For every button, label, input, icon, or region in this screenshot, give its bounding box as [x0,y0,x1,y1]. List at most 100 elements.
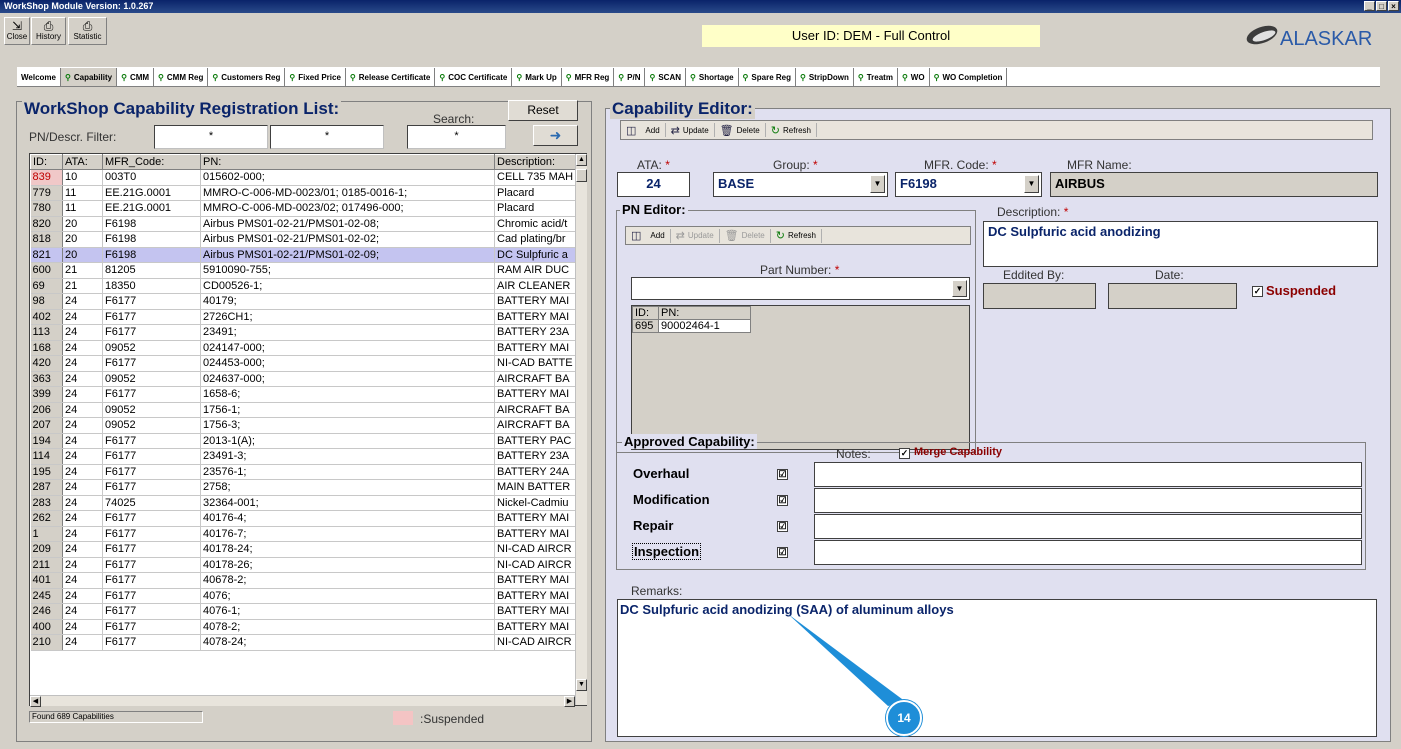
maximize-button[interactable]: □ [1376,1,1387,11]
column-header[interactable]: ATA: [62,154,103,170]
tab-wo[interactable]: ⚲ WO [897,68,930,86]
table-row[interactable]: 113 24 F6177 23491; BATTERY 23A [30,324,578,341]
table-row[interactable]: 400 24 F6177 4078-2; BATTERY MAI [30,619,578,635]
search-go-button[interactable]: ➜ [533,125,578,146]
tab-p-n[interactable]: ⚲ P/N [614,68,646,86]
table-row[interactable]: 211 24 F6177 40178-26; NI-CAD AIRCR [30,557,578,573]
table-row[interactable]: 401 24 F6177 40678-2; BATTERY MAI [30,572,578,589]
remarks-field[interactable]: DC Sulpfuric acid anodizing (SAA) of alu… [617,599,1377,737]
tab-fixed-price[interactable]: ⚲ Fixed Price [285,68,346,86]
tab-wo-completion[interactable]: ⚲ WO Completion [929,68,1008,86]
table-row[interactable]: 195 24 F6177 23576-1; BATTERY 24A [30,464,578,480]
tab-coc-certificate[interactable]: ⚲ COC Certificate [435,68,513,86]
grid-horizontal-scrollbar[interactable]: ◀ ▶ [30,695,575,707]
inspection-checkbox[interactable]: ☑ [777,547,788,558]
table-row[interactable]: 363 24 09052 024637-000; AIRCRAFT BA [30,371,578,387]
table-row[interactable]: 600 21 81205 5910090-755; RAM AIR DUC [30,262,578,279]
pn-grid[interactable]: ID: PN: 695 90002464-1 [631,305,970,450]
mfr-code-select[interactable]: F6198 ▼ [895,172,1042,197]
table-row[interactable]: 283 24 74025 32364-001; Nickel-Cadmiu [30,495,578,511]
overhaul-notes-input[interactable] [814,462,1362,487]
table-row[interactable]: 839 10 003T0 015602-000; CELL 735 MAH [30,169,578,186]
tab-mark-up[interactable]: ⚲ Mark Up [512,68,562,86]
modification-notes-input[interactable] [814,488,1362,513]
tab-stripdown[interactable]: ⚲ StripDown [795,68,854,86]
editor-update-button[interactable]: ⇄ Update [666,123,715,137]
statistic-button[interactable]: ⎙ Statistic [68,17,107,45]
table-row[interactable]: 821 20 F6198 Airbus PMS01-02-21/PMS01-02-09… [30,247,578,263]
editor-refresh-button[interactable]: ↻ Refresh [766,123,817,137]
scroll-left-icon[interactable]: ◀ [30,696,41,707]
minimize-button[interactable]: _ [1364,1,1375,11]
repair-checkbox[interactable]: ☑ [777,521,788,532]
editor-add-button[interactable]: ◫ Add [621,123,666,137]
pn-table-row[interactable]: 695 90002464-1 [632,319,751,333]
column-header[interactable]: MFR_Code: [102,154,201,170]
chevron-down-icon[interactable]: ▼ [952,280,967,297]
table-row[interactable]: 114 24 F6177 23491-3; BATTERY 23A [30,448,578,465]
tab-capability[interactable]: ⚲ Capability [60,68,118,86]
table-row[interactable]: 245 24 F6177 4076; BATTERY MAI [30,588,578,604]
pn-delete-button[interactable]: 🗑 Delete [720,228,771,243]
tab-treatm[interactable]: ⚲ Treatm [853,68,898,86]
inspection-notes-input[interactable] [814,540,1362,565]
pn-update-button[interactable]: ⇄ Update [671,228,720,243]
reset-button[interactable]: Reset [508,100,578,121]
pn-add-button[interactable]: ◫ Add [626,228,671,243]
table-row[interactable]: 207 24 09052 1756-3; AIRCRAFT BA [30,417,578,434]
table-row[interactable]: 399 24 F6177 1658-6; BATTERY MAI [30,386,578,403]
table-row[interactable]: 168 24 09052 024147-000; BATTERY MAI [30,340,578,356]
tab-customers-reg[interactable]: ⚲ Customers Reg [208,68,286,86]
grid-vertical-scrollbar[interactable]: ▲ ▼ [575,154,587,705]
table-row[interactable]: 820 20 F6198 Airbus PMS01-02-21/PMS01-02-08… [30,216,578,232]
table-row[interactable]: 69 21 18350 CD00526-1; AIR CLEANER [30,278,578,294]
scroll-up-icon[interactable]: ▲ [576,154,587,166]
repair-notes-input[interactable] [814,514,1362,539]
filter-input-2[interactable]: * [270,125,384,149]
tab-spare-reg[interactable]: ⚲ Spare Reg [738,68,796,86]
column-header[interactable]: Description: [494,154,578,170]
modification-checkbox[interactable]: ☑ [777,495,788,506]
table-row[interactable]: 779 11 EE.21G.0001 MMRO-C-006-MD-0023/01; 0… [30,185,578,201]
ata-field[interactable]: 24 [617,172,690,197]
table-row[interactable]: 246 24 F6177 4076-1; BATTERY MAI [30,603,578,620]
search-input[interactable]: * [407,125,506,149]
table-row[interactable]: 98 24 F6177 40179; BATTERY MAI [30,293,578,310]
tab-shortage[interactable]: ⚲ Shortage [686,68,739,86]
table-row[interactable]: 818 20 F6198 Airbus PMS01-02-21/PMS01-02-02… [30,231,578,248]
table-row[interactable]: 420 24 F6177 024453-000; NI-CAD BATTE [30,355,578,372]
history-button[interactable]: ⎙ History [31,17,66,45]
tab-cmm-reg[interactable]: ⚲ CMM Reg [154,68,209,86]
merge-capability-checkbox[interactable]: ✓ [899,448,910,459]
tab-scan[interactable]: ⚲ SCAN [645,68,687,86]
table-row[interactable]: 209 24 F6177 40178-24; NI-CAD AIRCR [30,541,578,558]
table-row[interactable]: 402 24 F6177 2726CH1; BATTERY MAI [30,309,578,325]
pn-refresh-button[interactable]: ↻ Refresh [771,228,822,243]
column-header[interactable]: ID: [30,154,63,170]
overhaul-checkbox[interactable]: ☑ [777,469,788,480]
chevron-down-icon[interactable]: ▼ [870,175,885,193]
table-row[interactable]: 210 24 F6177 4078-24; NI-CAD AIRCR [30,634,578,651]
table-row[interactable]: 194 24 F6177 2013-1(A); BATTERY PAC [30,433,578,449]
group-select[interactable]: BASE ▼ [713,172,888,197]
description-field[interactable]: DC Sulpfuric acid anodizing [983,221,1378,267]
table-row[interactable]: 1 24 F6177 40176-7; BATTERY MAI [30,526,578,542]
table-row[interactable]: 287 24 F6177 2758; MAIN BATTER [30,479,578,496]
close-window-button[interactable]: × [1388,1,1399,11]
part-number-select[interactable]: ▼ [631,277,970,300]
scroll-thumb[interactable] [576,169,587,182]
filter-input-1[interactable]: * [154,125,268,149]
close-button[interactable]: ⇲ Close [4,17,30,45]
table-row[interactable]: 262 24 F6177 40176-4; BATTERY MAI [30,510,578,527]
tab-cmm[interactable]: ⚲ CMM [117,68,155,86]
chevron-down-icon[interactable]: ▼ [1024,175,1039,193]
tab-welcome[interactable]: Welcome [17,68,61,86]
table-row[interactable]: 780 11 EE.21G.0001 MMRO-C-006-MD-0023/02; 0… [30,200,578,217]
suspended-checkbox[interactable]: ✓ [1252,286,1263,297]
column-header[interactable]: PN: [200,154,495,170]
scroll-right-icon[interactable]: ▶ [564,696,575,707]
scroll-down-icon[interactable]: ▼ [576,679,587,691]
editor-delete-button[interactable]: 🗑 Delete [715,123,766,137]
tab-release-certificate[interactable]: ⚲ Release Certificate [345,68,436,86]
capability-grid[interactable]: ID: ATA: MFR_Code: PN: Description: 839 10 003… [29,153,587,706]
